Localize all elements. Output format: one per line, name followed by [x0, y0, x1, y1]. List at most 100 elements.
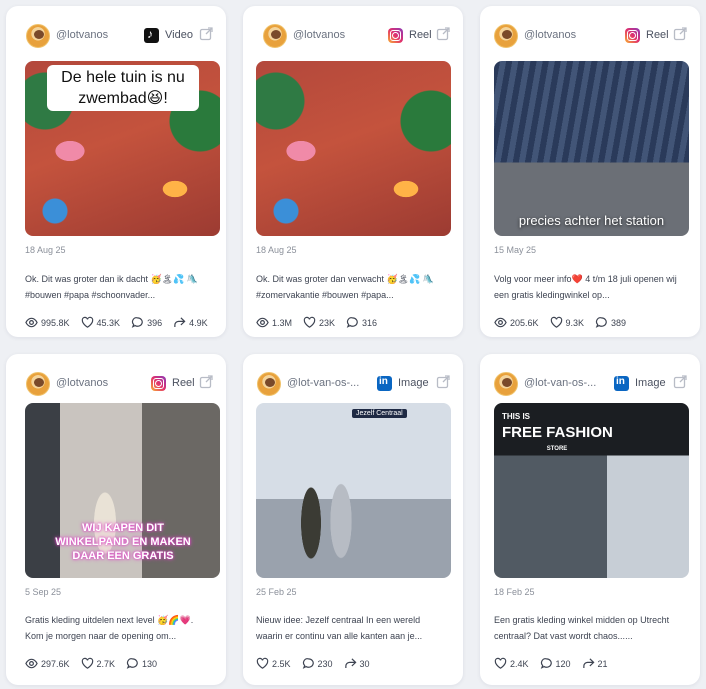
- views-stat: 995.8K: [25, 316, 70, 329]
- views-count: 205.6K: [510, 317, 539, 328]
- instagram-icon: [151, 376, 166, 391]
- post-thumbnail[interactable]: De hele tuin is nu zwembad😆!: [25, 61, 220, 236]
- comment-icon: [126, 658, 138, 669]
- likes-count: 9.3K: [565, 317, 585, 328]
- instagram-icon: [388, 28, 403, 43]
- post-thumbnail[interactable]: precies achter het station: [494, 61, 689, 236]
- likes-stat: 45.3K: [81, 316, 120, 329]
- shares-count: 30: [359, 658, 370, 669]
- post-card[interactable]: @lotvanos Reel WIJ KAPEN DIT WINKELPAND …: [6, 354, 226, 685]
- likes-count: 2.5K: [272, 658, 291, 669]
- external-link-icon[interactable]: [673, 375, 687, 389]
- heart-icon: [550, 316, 562, 328]
- eye-icon: [25, 658, 38, 669]
- views-stat: 297.6K: [25, 657, 70, 670]
- external-link-icon[interactable]: [199, 375, 213, 389]
- thumbnail-text-overlay: Jezelf Centraal: [352, 409, 407, 418]
- post-card[interactable]: @lotvanos Reel 18 Aug 25 Ok. Dit was gro…: [243, 6, 463, 337]
- shares-count: 21: [597, 658, 608, 669]
- post-type: Image: [398, 377, 429, 389]
- account-handle[interactable]: @lot-van-os-...: [524, 377, 596, 389]
- external-link-icon[interactable]: [436, 27, 450, 41]
- external-link-icon[interactable]: [673, 27, 687, 41]
- shares-stat: 21: [582, 657, 608, 670]
- account-handle[interactable]: @lotvanos: [56, 377, 108, 389]
- shares-stat: 4.9K: [173, 316, 208, 329]
- eye-icon: [256, 317, 269, 328]
- avatar: [26, 24, 50, 48]
- eye-icon: [494, 317, 507, 328]
- comments-stat: 130: [126, 657, 157, 670]
- external-link-icon[interactable]: [436, 375, 450, 389]
- card-header: @lotvanos Video: [6, 6, 226, 54]
- post-caption: Ok. Dit was groter dan ik dacht 🥳🏝💦 🛝#bo…: [25, 274, 199, 300]
- comment-icon: [131, 317, 143, 328]
- post-type: Reel: [646, 29, 669, 41]
- heart-icon: [81, 316, 93, 328]
- comment-icon: [302, 658, 314, 669]
- comments-count: 120: [555, 658, 571, 669]
- post-card[interactable]: @lot-van-os-... Image Jezelf Centraal 25…: [243, 354, 463, 685]
- post-caption: Volg voor meer info❤️ 4 t/m 18 juli open…: [494, 274, 677, 300]
- card-header: @lotvanos Reel: [480, 6, 700, 54]
- thumbnail-text-overlay: WIJ KAPEN DIT WINKELPAND EN MAKEN DAAR E…: [55, 522, 191, 562]
- likes-stat: 2.5K: [256, 657, 291, 670]
- likes-count: 23K: [319, 317, 336, 328]
- post-card[interactable]: @lot-van-os-... Image THIS IS FREE FASHI…: [480, 354, 700, 685]
- post-caption: Nieuw idee: Jezelf centraal In een werel…: [256, 615, 423, 641]
- tiktok-icon: [144, 27, 159, 43]
- likes-count: 2.7K: [96, 658, 116, 669]
- comments-count: 396: [147, 317, 163, 328]
- external-link-icon[interactable]: [199, 27, 213, 41]
- account-handle[interactable]: @lotvanos: [56, 29, 108, 41]
- comments-count: 230: [317, 658, 333, 669]
- post-date: 18 Aug 25: [256, 245, 297, 255]
- comments-count: 130: [142, 658, 158, 669]
- heart-icon: [256, 657, 269, 669]
- avatar: [257, 372, 281, 396]
- post-caption: Gratis kleding uitdelen next level 🥳🌈💗. …: [25, 615, 194, 641]
- views-stat: 205.6K: [494, 316, 539, 329]
- post-stats: 2.5K 230 30: [256, 657, 370, 670]
- thumbnail-text-overlay: THIS IS FREE FASHION STORE: [502, 409, 622, 457]
- linkedin-icon: [377, 376, 392, 391]
- share-icon: [582, 658, 595, 668]
- post-date: 18 Aug 25: [25, 245, 66, 255]
- account-handle[interactable]: @lot-van-os-...: [287, 377, 359, 389]
- post-caption: Een gratis kleding winkel midden op Utre…: [494, 615, 670, 641]
- post-thumbnail[interactable]: THIS IS FREE FASHION STORE: [494, 403, 689, 578]
- post-stats: 995.8K 45.3K 396 4.9K: [25, 316, 208, 329]
- post-stats: 205.6K 9.3K 389: [494, 316, 626, 329]
- post-stats: 2.4K 120 21: [494, 657, 608, 670]
- post-card[interactable]: @lotvanos Reel precies achter het statio…: [480, 6, 700, 337]
- post-thumbnail[interactable]: [256, 61, 451, 236]
- comment-icon: [595, 317, 607, 328]
- share-icon: [174, 317, 186, 327]
- views-count: 1.3M: [272, 317, 293, 328]
- post-type: Video: [165, 29, 193, 41]
- post-date: 18 Feb 25: [494, 587, 535, 597]
- comments-count: 316: [362, 317, 378, 328]
- views-count: 995.8K: [41, 317, 70, 328]
- post-stats: 1.3M 23K 316: [256, 316, 377, 329]
- post-stats: 297.6K 2.7K 130: [25, 657, 157, 670]
- shares-count: 4.9K: [189, 317, 208, 328]
- comments-count: 389: [611, 317, 627, 328]
- instagram-icon: [625, 28, 640, 43]
- heart-icon: [303, 316, 316, 328]
- post-type: Reel: [409, 29, 432, 41]
- post-date: 25 Feb 25: [256, 587, 297, 597]
- card-header: @lotvanos Reel: [243, 6, 463, 54]
- account-handle[interactable]: @lotvanos: [293, 29, 345, 41]
- likes-stat: 9.3K: [550, 316, 585, 329]
- comments-stat: 389: [595, 316, 626, 329]
- heart-icon: [494, 657, 507, 669]
- post-date: 15 May 25: [494, 245, 537, 255]
- post-thumbnail[interactable]: WIJ KAPEN DIT WINKELPAND EN MAKEN DAAR E…: [25, 403, 220, 578]
- account-handle[interactable]: @lotvanos: [524, 29, 576, 41]
- heart-icon: [81, 657, 93, 669]
- shares-stat: 30: [344, 657, 370, 670]
- avatar: [494, 24, 518, 48]
- post-card[interactable]: @lotvanos Video De hele tuin is nu zwemb…: [6, 6, 226, 337]
- post-thumbnail[interactable]: Jezelf Centraal: [256, 403, 451, 578]
